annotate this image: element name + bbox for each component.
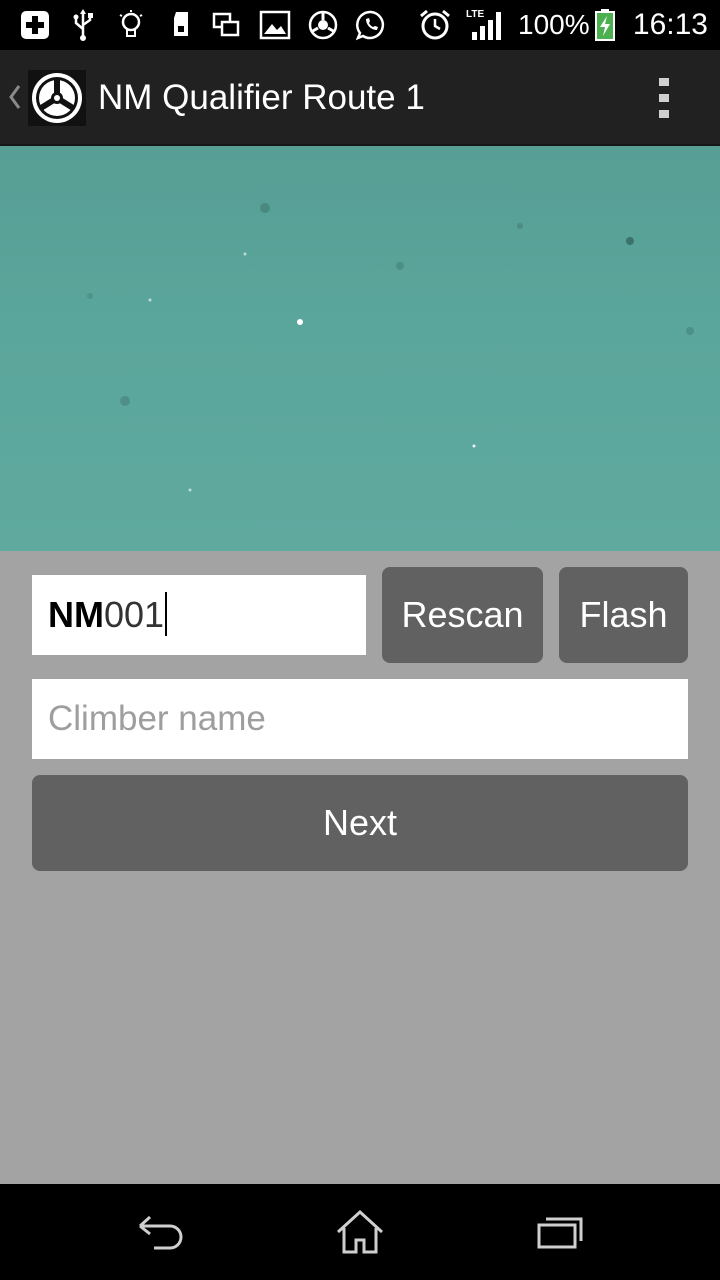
route-code-prefix: NM [48, 594, 104, 635]
camera-preview[interactable] [0, 146, 720, 551]
text-cursor [165, 592, 168, 637]
route-code-input[interactable]: NM001 [32, 575, 366, 655]
navigation-bar [0, 1184, 720, 1280]
alarm-icon [418, 8, 452, 42]
route-code-value: 001 [104, 594, 165, 635]
app-logo-icon[interactable] [28, 70, 86, 126]
more-vert-icon[interactable] [634, 66, 694, 130]
action-bar: NM Qualifier Route 1 [0, 50, 720, 146]
recents-icon[interactable] [520, 1202, 600, 1262]
scan-form: NM001 Rescan Flash Climber name Next [0, 551, 720, 1184]
lte-signal-icon: LTE [466, 8, 508, 42]
usb-icon [66, 8, 100, 42]
page-title: NM Qualifier Route 1 [98, 78, 425, 117]
status-bar: LTE 100% 16:13 [0, 0, 720, 50]
status-time: 16:13 [632, 8, 708, 41]
sd-card-icon [164, 8, 198, 42]
back-icon[interactable] [120, 1202, 200, 1262]
add-box-icon [18, 8, 52, 42]
lightbulb-icon [114, 8, 148, 42]
screen: LTE 100% 16:13 NM Qualifier Route 1 NM00… [0, 0, 720, 1280]
network-label: LTE [466, 9, 484, 20]
next-button[interactable]: Next [32, 775, 688, 871]
battery-percent: 100% [518, 9, 590, 40]
app-icon [306, 8, 340, 42]
rescan-button[interactable]: Rescan [382, 567, 543, 663]
climber-name-input[interactable]: Climber name [32, 679, 688, 759]
up-navigation-icon[interactable] [6, 80, 22, 114]
home-icon[interactable] [320, 1202, 400, 1262]
screenshot-icon [210, 8, 244, 42]
flash-button[interactable]: Flash [559, 567, 688, 663]
whatsapp-icon [354, 8, 388, 42]
image-icon [258, 8, 292, 42]
battery-charging-icon [590, 8, 620, 42]
